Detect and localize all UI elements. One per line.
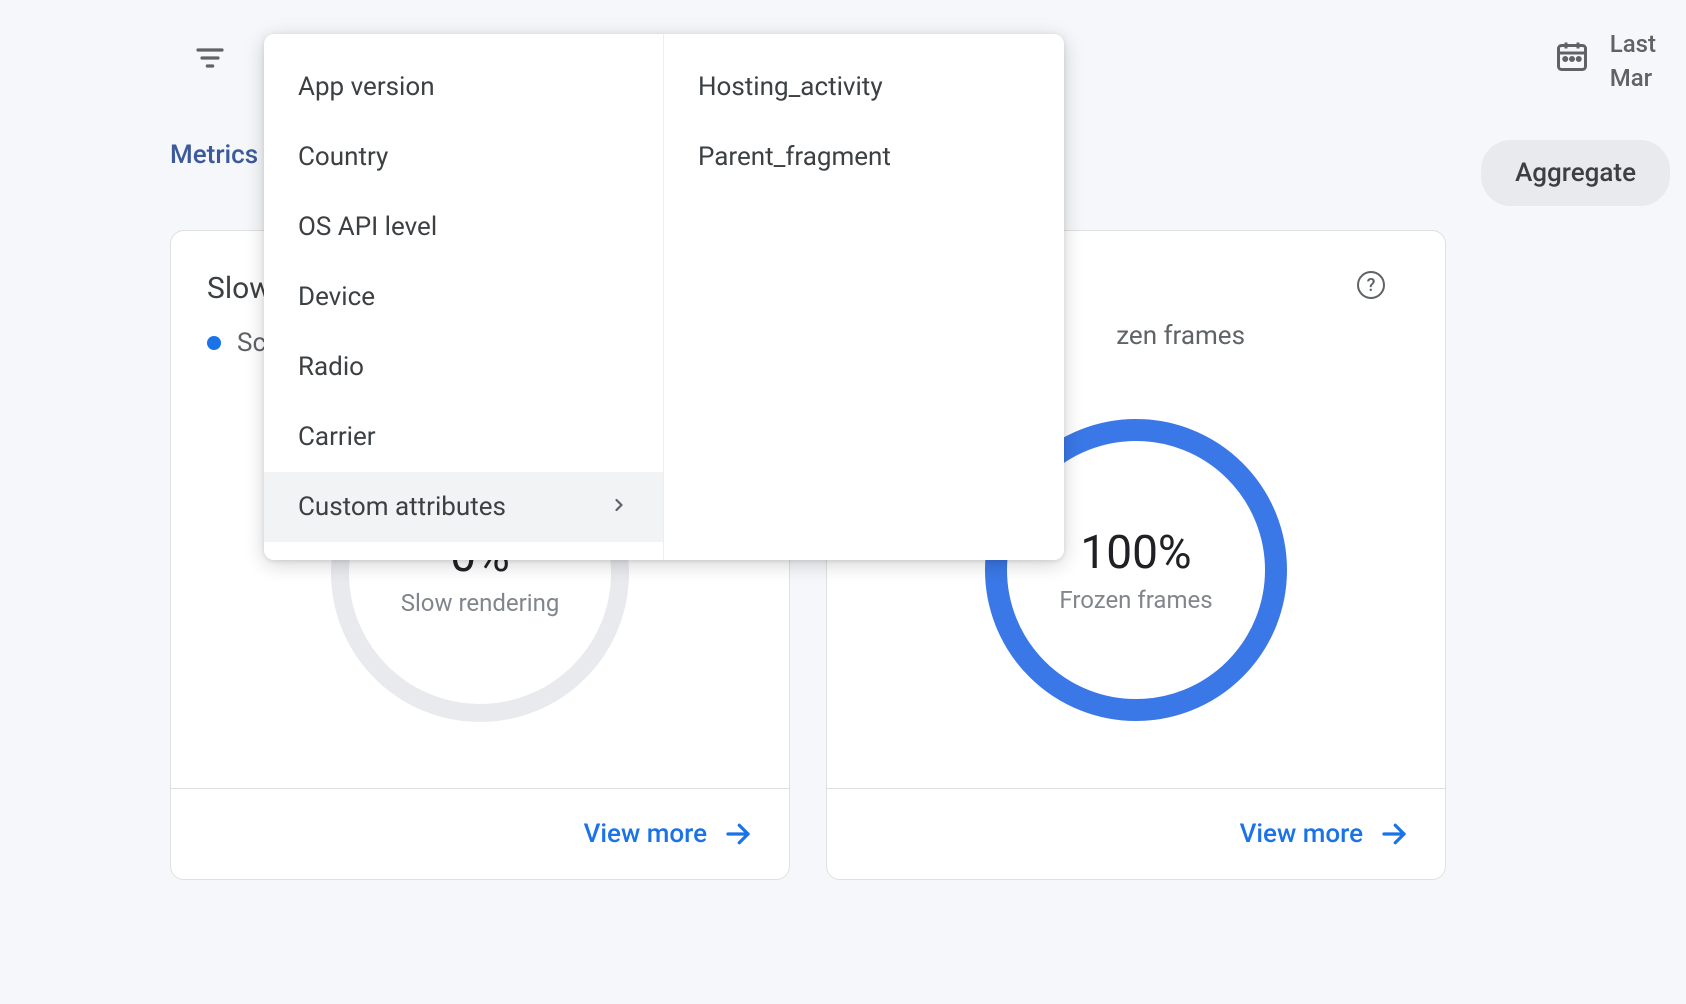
- menu-item-app-version[interactable]: App version: [264, 52, 663, 122]
- menu-item-radio[interactable]: Radio: [264, 332, 663, 402]
- submenu-item-parent-fragment[interactable]: Parent_fragment: [664, 122, 1064, 192]
- arrow-right-icon: [1379, 819, 1409, 849]
- chevron-right-icon: [609, 492, 629, 522]
- date-line-1: Last: [1610, 30, 1656, 58]
- tab-metrics[interactable]: Metrics: [170, 140, 258, 170]
- legend-text: zen frames: [1116, 321, 1245, 351]
- donut-label: Frozen frames: [1059, 586, 1212, 614]
- donut-label: Slow rendering: [401, 589, 560, 617]
- view-more-link[interactable]: View more: [171, 788, 789, 879]
- date-line-2: Mar: [1610, 64, 1656, 92]
- filter-menu-primary: App version Country OS API level Device …: [264, 34, 664, 560]
- aggregate-toggle[interactable]: Aggregate: [1481, 140, 1670, 206]
- filter-menu-submenu: Hosting_activity Parent_fragment: [664, 34, 1064, 560]
- arrow-right-icon: [723, 819, 753, 849]
- menu-item-os-api-level[interactable]: OS API level: [264, 192, 663, 262]
- help-icon[interactable]: ?: [1357, 271, 1385, 299]
- submenu-item-hosting-activity[interactable]: Hosting_activity: [664, 52, 1064, 122]
- date-range-text: Last Mar: [1610, 30, 1656, 92]
- donut-value: 100%: [1080, 526, 1191, 580]
- filter-icon[interactable]: [192, 40, 228, 76]
- view-more-label: View more: [584, 819, 707, 849]
- menu-item-device[interactable]: Device: [264, 262, 663, 332]
- date-range-picker[interactable]: Last Mar: [1554, 30, 1656, 92]
- filter-dropdown-menu: App version Country OS API level Device …: [264, 34, 1064, 560]
- view-more-link[interactable]: View more: [827, 788, 1445, 879]
- calendar-icon: [1554, 38, 1590, 78]
- view-more-label: View more: [1240, 819, 1363, 849]
- menu-item-carrier[interactable]: Carrier: [264, 402, 663, 472]
- menu-item-country[interactable]: Country: [264, 122, 663, 192]
- menu-item-custom-attributes[interactable]: Custom attributes: [264, 472, 663, 542]
- legend-dot-icon: [207, 336, 221, 350]
